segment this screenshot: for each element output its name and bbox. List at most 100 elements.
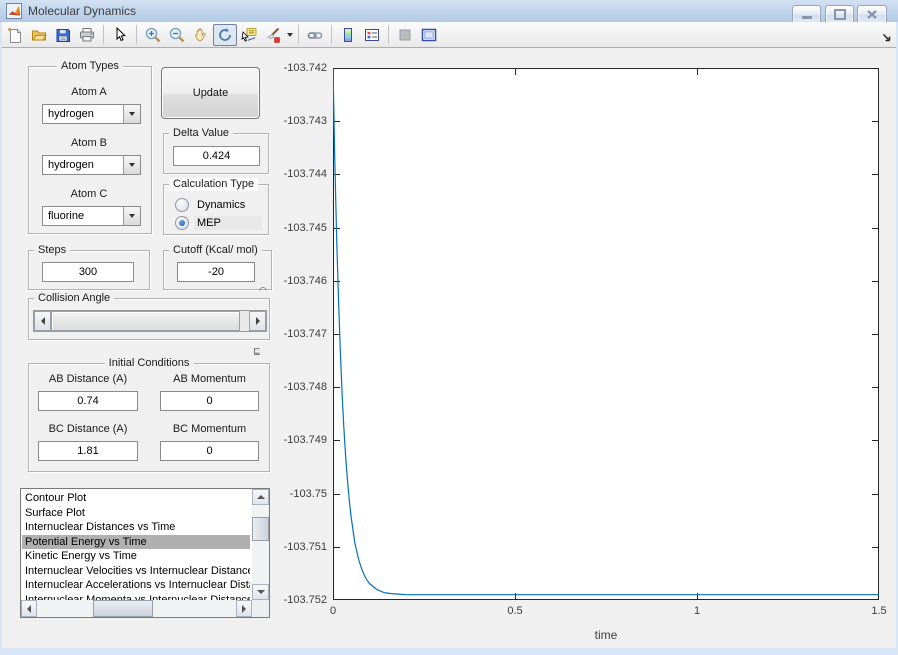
scroll-left-button[interactable] bbox=[21, 600, 37, 617]
link-plot-button[interactable] bbox=[303, 24, 327, 46]
hide-plot-tools-button[interactable] bbox=[393, 24, 417, 46]
radio-circle-icon bbox=[175, 198, 189, 212]
edit-plot-button[interactable] bbox=[108, 24, 132, 46]
chevron-down-icon bbox=[286, 32, 293, 37]
chevron-down-icon bbox=[129, 163, 135, 167]
toolbar-separator bbox=[331, 25, 332, 44]
y-tick-label: -103.743 bbox=[283, 115, 327, 128]
print-figure-button[interactable] bbox=[75, 24, 99, 46]
scrollbar-corner bbox=[252, 600, 269, 617]
hide-plot-tools-icon bbox=[399, 29, 411, 40]
vertical-scroll-thumb[interactable] bbox=[252, 517, 269, 541]
insert-colorbar-button[interactable] bbox=[336, 24, 360, 46]
delta-value-field[interactable] bbox=[173, 146, 260, 166]
pan-button[interactable] bbox=[189, 24, 213, 46]
radio-mep[interactable]: MEP bbox=[175, 215, 265, 231]
scroll-up-button[interactable] bbox=[252, 489, 269, 505]
figure-toolbar bbox=[0, 22, 898, 48]
close-icon bbox=[867, 10, 877, 19]
arrow-left-icon bbox=[27, 604, 31, 613]
slider-left-arrow[interactable] bbox=[34, 311, 51, 331]
minimize-icon bbox=[801, 16, 812, 19]
radio-dot-icon bbox=[179, 220, 185, 226]
zoom-in-icon bbox=[145, 27, 161, 42]
plot-axes[interactable] bbox=[333, 68, 879, 600]
update-button[interactable]: Update bbox=[161, 67, 260, 119]
arrow-right-icon bbox=[242, 604, 246, 613]
chevron-down-icon bbox=[129, 112, 135, 116]
y-tick-label: -103.747 bbox=[283, 328, 327, 340]
atom-c-dropdown[interactable]: fluorine bbox=[42, 206, 141, 226]
application-window: Molecular Dynamics Atom Types Atom A hyd… bbox=[0, 0, 898, 655]
arrow-up-icon bbox=[256, 495, 265, 499]
radio-mep-label: MEP bbox=[194, 216, 262, 230]
chevron-down-icon bbox=[129, 214, 135, 218]
new-figure-button[interactable] bbox=[3, 24, 27, 46]
arrow-down-icon bbox=[256, 590, 265, 594]
dock-figure-icon bbox=[421, 28, 437, 41]
list-item[interactable]: Internuclear Distances vs Time bbox=[22, 520, 250, 535]
dropdown-arrow-button[interactable] bbox=[123, 207, 140, 225]
list-item[interactable]: Internuclear Accelerations vs Internucle… bbox=[22, 578, 250, 593]
list-item[interactable]: Internuclear Velocities vs Internuclear … bbox=[22, 564, 250, 579]
atom-c-value: fluorine bbox=[48, 210, 85, 222]
list-item[interactable]: Potential Energy vs Time bbox=[22, 534, 250, 549]
brush-data-button[interactable] bbox=[261, 24, 285, 46]
zoom-in-button[interactable] bbox=[141, 24, 165, 46]
vertical-scrollbar[interactable] bbox=[252, 489, 269, 600]
save-figure-button[interactable] bbox=[51, 24, 75, 46]
show-plot-tools-dock-button[interactable] bbox=[417, 24, 441, 46]
toolbar-separator bbox=[103, 25, 104, 44]
y-tick-label: -103.746 bbox=[283, 274, 327, 287]
rotate-3d-icon bbox=[219, 27, 231, 41]
rotate-3d-button[interactable] bbox=[213, 23, 237, 46]
ab-distance-field[interactable] bbox=[38, 391, 138, 411]
dropdown-arrow-button[interactable] bbox=[123, 156, 140, 174]
brush-icon bbox=[267, 27, 280, 43]
dropdown-arrow-button[interactable] bbox=[123, 105, 140, 123]
atom-a-dropdown[interactable]: hydrogen bbox=[42, 104, 141, 124]
list-item[interactable]: Surface Plot bbox=[22, 506, 250, 521]
x-tick-label: 0 bbox=[329, 605, 337, 617]
data-cursor-button[interactable] bbox=[237, 24, 261, 46]
steps-title: Steps bbox=[34, 244, 71, 257]
list-item[interactable]: Contour Plot bbox=[22, 491, 250, 506]
data-cursor-icon bbox=[241, 27, 257, 42]
atom-c-label: Atom C bbox=[70, 188, 108, 200]
ab-momentum-field[interactable] bbox=[160, 391, 259, 411]
listbox-items: Contour Plot Surface Plot Internuclear D… bbox=[22, 491, 250, 605]
steps-field[interactable] bbox=[42, 262, 134, 282]
window-bottom-edge bbox=[0, 648, 898, 655]
scroll-down-button[interactable] bbox=[252, 584, 269, 600]
horizontal-scrollbar[interactable] bbox=[21, 600, 252, 617]
window-title: Molecular Dynamics bbox=[28, 4, 137, 18]
ab-momentum-label: AB Momentum bbox=[173, 373, 246, 385]
ab-distance-label: AB Distance (A) bbox=[48, 373, 128, 385]
slider-thumb[interactable] bbox=[51, 311, 240, 331]
brush-dropdown-button[interactable] bbox=[285, 24, 294, 46]
collision-angle-slider[interactable] bbox=[33, 310, 267, 332]
slider-right-arrow[interactable] bbox=[249, 311, 266, 331]
toolbar-separator bbox=[298, 25, 299, 44]
scroll-right-button[interactable] bbox=[236, 600, 252, 617]
radio-dynamics[interactable]: Dynamics bbox=[175, 197, 265, 213]
bc-momentum-field[interactable] bbox=[160, 441, 259, 461]
plot-type-listbox[interactable]: Contour Plot Surface Plot Internuclear D… bbox=[20, 488, 270, 618]
colorbar-icon bbox=[344, 27, 352, 42]
y-tick-label: -103.752 bbox=[283, 594, 327, 606]
calculation-type-title: Calculation Type bbox=[169, 178, 259, 191]
radio-dynamics-label: Dynamics bbox=[197, 199, 246, 211]
bc-distance-label: BC Distance (A) bbox=[48, 423, 128, 435]
insert-legend-button[interactable] bbox=[360, 24, 384, 46]
open-file-button[interactable] bbox=[27, 24, 51, 46]
cutoff-field[interactable] bbox=[177, 262, 255, 282]
list-item[interactable]: Kinetic Energy vs Time bbox=[22, 549, 250, 564]
bc-distance-field[interactable] bbox=[38, 441, 138, 461]
horizontal-scroll-thumb[interactable] bbox=[93, 600, 153, 617]
atom-b-dropdown[interactable]: hydrogen bbox=[42, 155, 141, 175]
zoom-out-button[interactable] bbox=[165, 24, 189, 46]
atom-b-label: Atom B bbox=[70, 137, 108, 149]
atom-b-value: hydrogen bbox=[48, 159, 94, 171]
toolbar-overflow-arrow[interactable] bbox=[882, 30, 892, 48]
cursor-arrow-icon bbox=[116, 26, 126, 41]
